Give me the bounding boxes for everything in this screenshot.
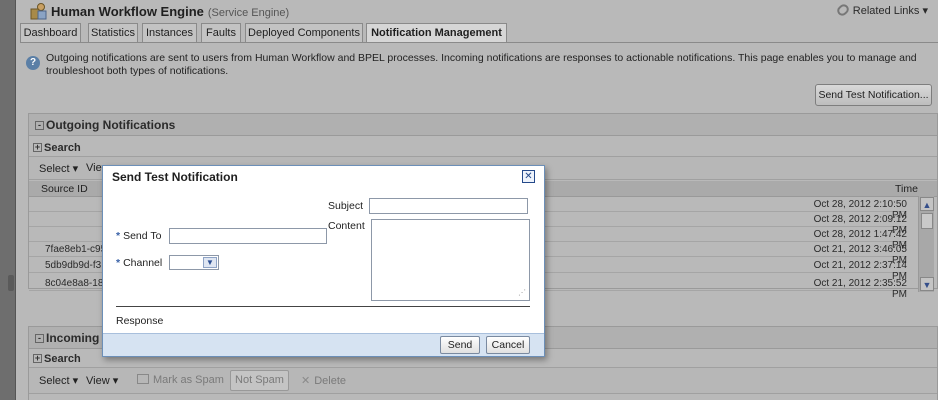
required-mark: * xyxy=(116,257,121,269)
send-test-notification-button[interactable]: Send Test Notification... xyxy=(815,84,932,106)
incoming-select-menu[interactable]: Select ▾ xyxy=(39,374,78,387)
response-label: Response xyxy=(116,315,164,327)
scroll-up-icon[interactable]: ▲ xyxy=(920,197,934,211)
channel-select[interactable]: ▼ xyxy=(169,255,219,270)
incoming-title-text: Incoming xyxy=(46,331,100,345)
mark-as-spam-label: Mark as Spam xyxy=(153,374,224,386)
expand-icon: + xyxy=(33,353,42,363)
col-time[interactable]: Time xyxy=(895,183,918,195)
page-title: Human Workflow Engine (Service Engine) xyxy=(51,4,289,19)
tab-divider xyxy=(20,42,938,43)
delete-icon: ✕ xyxy=(301,375,311,387)
spam-icon xyxy=(137,374,149,384)
workflow-engine-icon xyxy=(30,3,47,20)
dialog-title: Send Test Notification xyxy=(112,170,238,184)
dialog-divider xyxy=(116,306,530,307)
outgoing-search-label: Search xyxy=(44,142,81,154)
tab-faults[interactable]: Faults xyxy=(201,23,241,43)
dialog-footer: Send Cancel xyxy=(103,333,544,356)
outgoing-vertical-scrollbar[interactable]: ▲ ▼ xyxy=(918,196,934,292)
outgoing-panel-header: - Outgoing Notifications xyxy=(29,114,937,136)
row-source: 5db9db9d-f3 xyxy=(45,260,102,271)
scroll-thumb[interactable] xyxy=(921,213,933,229)
info-text: Outgoing notifications are sent to users… xyxy=(46,52,917,77)
tab-dashboard[interactable]: Dashboard xyxy=(20,23,81,43)
collapse-icon[interactable]: - xyxy=(35,121,44,130)
send-to-input[interactable] xyxy=(169,228,327,244)
send-to-label-text: Send To xyxy=(123,230,162,242)
outgoing-search-toggle[interactable]: + Search xyxy=(33,142,81,154)
required-mark: * xyxy=(116,230,121,242)
close-icon[interactable]: ✕ xyxy=(522,170,535,183)
page-subtitle: (Service Engine) xyxy=(207,7,290,19)
delete-label: Delete xyxy=(314,375,347,387)
incoming-panel-title[interactable]: - Incoming xyxy=(35,331,99,345)
content-textarea[interactable]: ⋰ xyxy=(371,219,530,301)
row-source: 7fae8eb1-c95 xyxy=(45,244,107,255)
col-source-id[interactable]: Source ID xyxy=(41,183,88,195)
left-splitter[interactable] xyxy=(0,0,16,400)
tab-instances[interactable]: Instances xyxy=(142,23,197,43)
send-to-label: * Send To xyxy=(116,230,161,242)
channel-label: * Channel xyxy=(116,257,162,269)
page-root: Human Workflow Engine (Service Engine) Re… xyxy=(0,0,938,400)
page-title-text: Human Workflow Engine xyxy=(51,4,204,19)
outgoing-select-menu[interactable]: Select ▾ xyxy=(39,162,78,175)
scroll-down-icon[interactable]: ▼ xyxy=(920,277,934,291)
not-spam-button[interactable]: Not Spam xyxy=(230,370,289,391)
resize-grip-icon[interactable]: ⋰ xyxy=(518,289,526,297)
page-header: Human Workflow Engine (Service Engine) Re… xyxy=(24,0,938,22)
tab-deployed-components[interactable]: Deployed Components xyxy=(245,23,363,43)
info-icon: ? xyxy=(26,56,40,70)
dialog-titlebar[interactable]: Send Test Notification ✕ xyxy=(103,166,544,187)
chevron-down-icon[interactable]: ▼ xyxy=(203,257,217,268)
cancel-button[interactable]: Cancel xyxy=(486,336,530,354)
row-source: 8c04e8a8-18 xyxy=(45,278,104,289)
tab-notification-management[interactable]: Notification Management xyxy=(366,23,507,43)
link-icon xyxy=(834,2,851,18)
splitter-grip[interactable] xyxy=(8,275,14,291)
incoming-search-label: Search xyxy=(44,353,81,365)
send-button[interactable]: Send xyxy=(440,336,480,354)
incoming-search-toggle[interactable]: + Search xyxy=(33,353,81,365)
incoming-view-menu[interactable]: View ▾ xyxy=(86,374,118,387)
delete-button[interactable]: ✕ Delete xyxy=(301,374,346,387)
related-links-menu[interactable]: Related Links ▾ xyxy=(834,2,928,18)
row-time: Oct 21, 2012 2:35:52 PM xyxy=(813,278,907,300)
subject-input[interactable] xyxy=(369,198,528,214)
outgoing-panel-title[interactable]: - Outgoing Notifications xyxy=(35,118,175,132)
send-test-notification-dialog: Send Test Notification ✕ Subject Content… xyxy=(102,165,545,357)
mark-as-spam-button[interactable]: Mark as Spam xyxy=(137,374,224,386)
related-links-label: Related Links ▾ xyxy=(852,5,928,17)
channel-label-text: Channel xyxy=(123,257,163,269)
collapse-icon[interactable]: - xyxy=(35,334,44,343)
content-label: Content xyxy=(328,220,365,232)
tab-statistics[interactable]: Statistics xyxy=(88,23,138,43)
expand-icon: + xyxy=(33,142,42,152)
outgoing-title-text: Outgoing Notifications xyxy=(46,118,176,132)
subject-label: Subject xyxy=(328,200,364,212)
incoming-toolbar: Select ▾ View ▾ Mark as Spam Not Spam ✕ D… xyxy=(29,367,937,394)
